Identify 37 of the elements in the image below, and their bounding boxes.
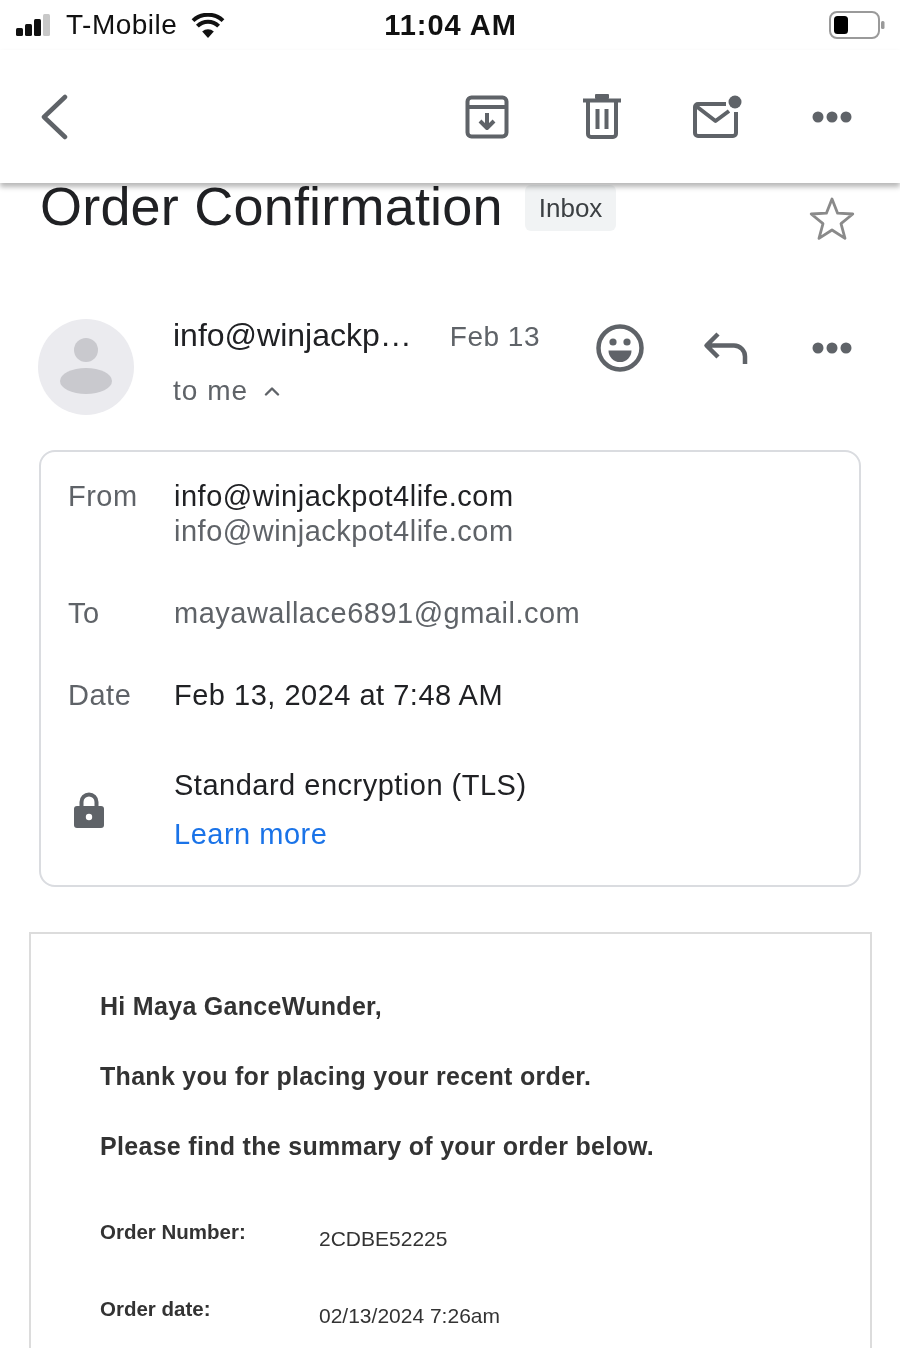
chevron-left-icon[interactable] bbox=[40, 93, 68, 140]
detail-label: To bbox=[68, 597, 100, 629]
clock-time: 11:04 AM bbox=[384, 8, 517, 42]
sender-name: info@winjackpot4life.com bbox=[174, 479, 514, 514]
field-value: 02/13/2024 7:26am bbox=[319, 1303, 500, 1329]
star-icon[interactable] bbox=[809, 197, 855, 241]
field-value: 2CDBE52225 bbox=[319, 1226, 448, 1252]
avatar-icon bbox=[38, 319, 134, 415]
detail-label: From bbox=[68, 480, 138, 512]
recipients-toggle[interactable]: to me bbox=[173, 373, 281, 409]
recipient-address: mayawallace6891@gmail.com bbox=[174, 596, 581, 631]
label-chip: Inbox bbox=[524, 185, 617, 231]
date-value: Feb 13, 2024 at 7:48 AM bbox=[174, 678, 504, 713]
body-paragraph: Please find the summary of your order below. bbox=[100, 1131, 655, 1161]
trash-icon[interactable] bbox=[583, 94, 621, 139]
body-paragraph: Thank you for placing your recent order. bbox=[100, 1061, 592, 1091]
battery-icon bbox=[829, 11, 885, 39]
wifi-icon bbox=[191, 12, 226, 38]
carrier-name: T-Mobile bbox=[66, 9, 178, 41]
smiley-icon[interactable] bbox=[596, 324, 644, 372]
envelope-dot-icon[interactable] bbox=[692, 94, 742, 139]
reply-icon[interactable] bbox=[703, 331, 749, 365]
email-subject: Order Confirmation bbox=[40, 183, 503, 229]
message-date: Feb 13 bbox=[449, 321, 540, 353]
encryption-text: Standard encryption (TLS) bbox=[174, 768, 527, 803]
detail-label: Date bbox=[68, 679, 132, 711]
sender-address: info@winjackpot4life.com bbox=[174, 514, 514, 549]
more-icon[interactable] bbox=[812, 110, 852, 123]
lock-icon bbox=[74, 792, 104, 828]
more-icon[interactable] bbox=[812, 342, 852, 354]
archive-icon[interactable] bbox=[465, 94, 509, 139]
sender-name: info@winjackp… bbox=[173, 316, 412, 354]
body-paragraph: Hi Maya GanceWunder, bbox=[100, 991, 382, 1021]
field-label: Order Number: bbox=[100, 1220, 246, 1243]
signal-icon bbox=[16, 14, 52, 36]
field-label: Order date: bbox=[100, 1297, 211, 1320]
learn-more-link[interactable]: Learn more bbox=[174, 817, 328, 852]
